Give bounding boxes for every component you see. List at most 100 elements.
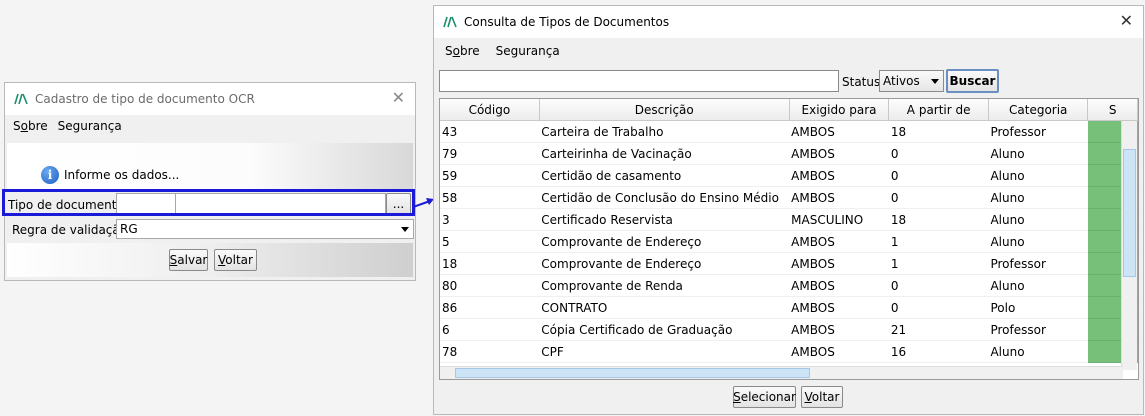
results-table: Código Descrição Exigido para A partir d…: [440, 99, 1138, 363]
header-row: Código Descrição Exigido para A partir d…: [440, 99, 1138, 121]
cell-descricao: Carteira de Trabalho: [539, 120, 790, 143]
cell-a-partir-de: 0: [888, 186, 989, 209]
menu-seguranca[interactable]: Segurança: [56, 119, 130, 133]
back-button[interactable]: Voltar: [214, 249, 257, 271]
cell-categoria: Aluno: [988, 230, 1088, 253]
cell-a-partir-de: 18: [888, 120, 989, 143]
cell-categoria: Professor: [988, 120, 1088, 143]
validation-value: RG: [120, 222, 138, 236]
cell-descricao: Comprovante de Endereço: [539, 252, 790, 275]
validation-label: Regra de validação:: [12, 223, 132, 237]
cell-exigido-para: AMBOS: [789, 296, 889, 319]
cell-codigo: 86: [440, 296, 540, 319]
cell-codigo: 79: [440, 142, 540, 165]
info-text: Informe os dados...: [64, 168, 180, 182]
col-codigo[interactable]: Código: [440, 99, 540, 121]
cell-exigido-para: AMBOS: [789, 186, 889, 209]
search-button[interactable]: Buscar: [946, 69, 999, 93]
menu-bar: Sobre Segurança: [434, 40, 1143, 62]
cell-exigido-para: AMBOS: [789, 340, 889, 363]
search-button-label: Buscar: [949, 74, 996, 88]
table-row[interactable]: 3 Certificado Reservista MASCULINO 18 Aluno: [440, 208, 1138, 231]
back-button-label: Voltar: [218, 253, 253, 267]
cell-categoria: Aluno: [988, 164, 1088, 187]
horizontal-scroll-thumb[interactable]: [455, 368, 810, 378]
search-input[interactable]: [439, 70, 839, 92]
status-value: Ativos: [883, 74, 920, 88]
select-button[interactable]: Selecionar: [733, 386, 796, 408]
cell-a-partir-de: 21: [888, 318, 989, 341]
validation-select[interactable]: RG: [116, 219, 414, 239]
horizontal-scrollbar[interactable]: [440, 366, 1123, 379]
title-bar: Consulta de Tipos de Documentos ✕: [434, 6, 1143, 38]
menu-seguranca[interactable]: Segurança: [488, 44, 568, 58]
cell-codigo: 6: [440, 318, 540, 341]
col-descricao[interactable]: Descrição: [539, 99, 790, 121]
cell-codigo: 5: [440, 230, 540, 253]
vertical-scrollbar[interactable]: [1121, 121, 1137, 370]
arrow-connector-icon: [413, 198, 434, 208]
cell-a-partir-de: 0: [888, 274, 989, 297]
cell-a-partir-de: 0: [888, 164, 989, 187]
cell-categoria: Aluno: [988, 274, 1088, 297]
app-logo-icon: [443, 16, 457, 28]
cell-a-partir-de: 16: [888, 340, 989, 363]
info-icon: i: [41, 166, 59, 184]
title-bar: Cadastro de tipo de documento OCR ✕: [5, 83, 415, 115]
vertical-scroll-thumb[interactable]: [1123, 149, 1136, 277]
menu-sobre[interactable]: Sobre: [434, 44, 488, 58]
cell-exigido-para: AMBOS: [789, 142, 889, 165]
cell-exigido-para: AMBOS: [789, 252, 889, 275]
table-row[interactable]: 58 Certidão de Conclusão do Ensino Médio A…: [440, 186, 1138, 209]
table-row[interactable]: 59 Certidão de casamento AMBOS 0 Aluno: [440, 164, 1138, 187]
cell-categoria: Polo: [988, 296, 1088, 319]
col-exigido-para[interactable]: Exigido para: [789, 99, 890, 121]
cell-codigo: 43: [440, 120, 540, 143]
table-row[interactable]: 6 Cópia Certificado de Graduação AMBOS 21 Pr…: [440, 318, 1138, 341]
cell-descricao: Certificado Reservista: [539, 208, 790, 231]
cell-descricao: Certidão de Conclusão do Ensino Médio: [539, 186, 790, 209]
back-button[interactable]: Voltar: [801, 386, 843, 408]
save-button[interactable]: Salvar: [169, 249, 208, 271]
close-icon[interactable]: ✕: [392, 89, 405, 107]
cell-exigido-para: AMBOS: [789, 164, 889, 187]
table-row[interactable]: 86 CONTRATO AMBOS 0 Polo: [440, 296, 1138, 319]
save-button-label: Salvar: [169, 253, 208, 267]
status-select[interactable]: Ativos: [879, 70, 944, 92]
cell-codigo: 59: [440, 164, 540, 187]
close-icon[interactable]: ✕: [1120, 12, 1133, 30]
table-row[interactable]: 78 CPF AMBOS 16 Aluno: [440, 340, 1138, 363]
cell-codigo: 3: [440, 208, 540, 231]
cell-codigo: 58: [440, 186, 540, 209]
cell-a-partir-de: 0: [888, 142, 989, 165]
cell-exigido-para: MASCULINO: [789, 208, 889, 231]
window-title: Cadastro de tipo de documento OCR: [35, 92, 255, 106]
cell-codigo: 80: [440, 274, 540, 297]
cell-descricao: Cópia Certificado de Graduação: [539, 318, 790, 341]
col-categoria[interactable]: Categoria: [988, 99, 1089, 121]
cell-descricao: Certidão de casamento: [539, 164, 790, 187]
table-row[interactable]: 80 Comprovante de Renda AMBOS 0 Aluno: [440, 274, 1138, 297]
table-row[interactable]: 79 Carteirinha de Vacinação AMBOS 0 Aluno: [440, 142, 1138, 165]
cell-descricao: CONTRATO: [539, 296, 790, 319]
cell-descricao: Comprovante de Renda: [539, 274, 790, 297]
cell-descricao: Comprovante de Endereço: [539, 230, 790, 253]
menu-bar: Sobre Segurança: [5, 115, 415, 137]
col-status[interactable]: S: [1087, 99, 1138, 121]
status-label: Status:: [842, 75, 885, 89]
table-row[interactable]: 5 Comprovante de Endereço AMBOS 1 Aluno: [440, 230, 1138, 253]
table-row[interactable]: 18 Comprovante de Endereço AMBOS 1 Professor: [440, 252, 1138, 275]
cell-a-partir-de: 0: [888, 296, 989, 319]
col-a-partir-de[interactable]: A partir de: [888, 99, 989, 121]
results-grid[interactable]: Código Descrição Exigido para A partir d…: [439, 98, 1139, 380]
cell-categoria: Aluno: [988, 186, 1088, 209]
app-logo-icon: [14, 93, 28, 105]
button-bar: Salvar Voltar: [7, 243, 413, 277]
highlight-box: [2, 189, 415, 216]
menu-sobre[interactable]: Sobre: [5, 119, 56, 133]
back-button-label: Voltar: [804, 390, 840, 404]
table-row[interactable]: 43 Carteira de Trabalho AMBOS 18 Professor: [440, 120, 1138, 143]
cell-categoria: Professor: [988, 318, 1088, 341]
cell-codigo: 18: [440, 252, 540, 275]
cell-categoria: Aluno: [988, 340, 1088, 363]
